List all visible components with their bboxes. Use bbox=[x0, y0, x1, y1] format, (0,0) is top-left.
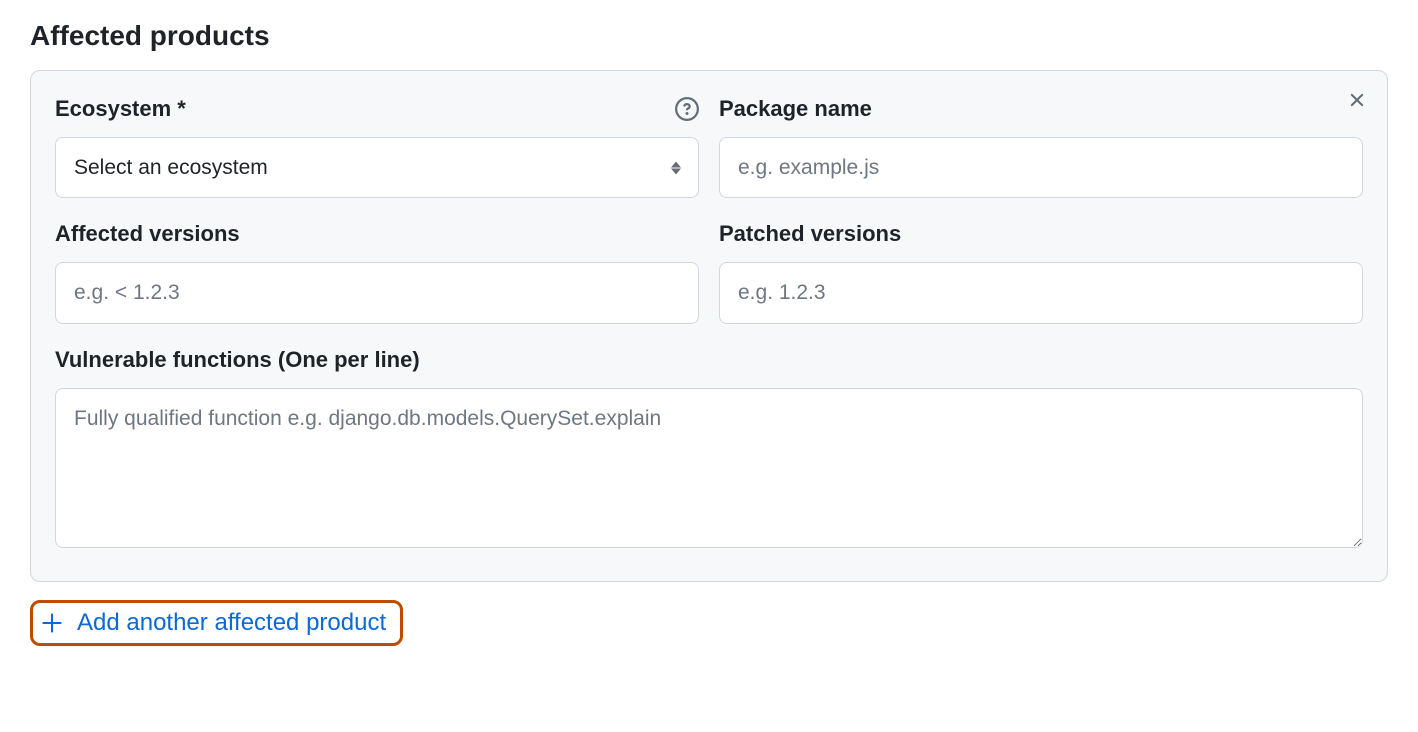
ecosystem-label: Ecosystem * bbox=[55, 96, 186, 122]
vulnerable-functions-textarea[interactable] bbox=[55, 388, 1363, 548]
section-title: Affected products bbox=[30, 20, 1388, 52]
ecosystem-select[interactable]: Select an ecosystem bbox=[55, 137, 699, 198]
patched-versions-input[interactable] bbox=[719, 262, 1363, 323]
affected-versions-label: Affected versions bbox=[55, 221, 240, 247]
package-name-label: Package name bbox=[719, 96, 872, 122]
add-affected-product-label: Add another affected product bbox=[77, 609, 386, 637]
close-panel-button[interactable] bbox=[1341, 85, 1373, 117]
close-icon bbox=[1346, 89, 1368, 114]
patched-versions-label: Patched versions bbox=[719, 221, 901, 247]
affected-versions-input[interactable] bbox=[55, 262, 699, 323]
vulnerable-functions-label: Vulnerable functions (One per line) bbox=[55, 347, 420, 373]
add-affected-product-button[interactable]: Add another affected product bbox=[30, 600, 403, 646]
plus-icon bbox=[41, 612, 63, 634]
affected-product-panel: Ecosystem * Select an ecosystem Package … bbox=[30, 70, 1388, 582]
info-icon[interactable] bbox=[675, 97, 699, 121]
package-name-input[interactable] bbox=[719, 137, 1363, 198]
